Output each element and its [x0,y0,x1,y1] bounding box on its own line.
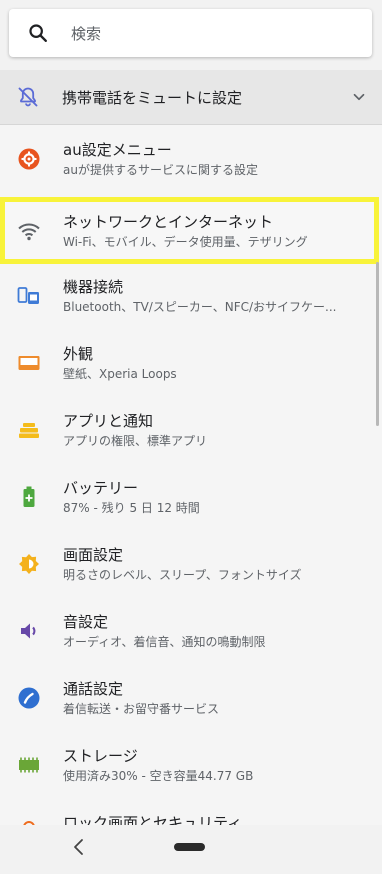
storage-icon [19,757,39,773]
back-icon[interactable] [70,837,88,857]
item-title: 通話設定 [63,680,124,698]
bell-off-icon [18,87,38,107]
navigation-bar [0,825,382,874]
item-title: ロック画面とセキュリティ [63,814,243,825]
item-title: au設定メニュー [63,141,172,159]
apps-icon [19,423,39,438]
wifi-icon [18,223,40,241]
item-title: アプリと通知 [63,412,154,430]
settings-item-au[interactable]: au設定メニュー auが提供するサービスに関する設定 [0,125,382,192]
suggestion-label: 携帯電話をミュートに設定 [62,89,243,107]
scrollbar[interactable] [376,262,379,426]
settings-item-devices[interactable]: 機器接続 Bluetooth、TV/スピーカー、NFC/おサイフケー... [0,262,382,329]
item-subtitle: 明るさのレベル、スリープ、フォントサイズ [63,568,302,582]
item-subtitle: アプリの権限、標準アプリ [63,434,208,448]
volume-icon [21,623,36,639]
search-icon [29,24,47,42]
brightness-icon [19,554,39,574]
item-title: バッテリー [63,479,139,497]
settings-item-call[interactable]: 通話設定 着信転送・お留守番サービス [0,664,382,731]
item-subtitle: 87% - 残り 5 日 12 時間 [63,501,200,515]
item-subtitle: 壁紙、Xperia Loops [63,367,177,381]
search-bar[interactable]: 検索 [9,9,372,57]
item-title: 機器接続 [63,278,124,296]
settings-item-lock[interactable]: ロック画面とセキュリティ [0,798,382,825]
item-subtitle: 使用済み30% - 空き容量44.77 GB [63,769,254,783]
settings-item-display[interactable]: 画面設定 明るさのレベル、スリープ、フォントサイズ [0,530,382,597]
search-area: 検索 [0,0,382,70]
chevron-down-icon[interactable] [350,88,368,106]
settings-item-battery[interactable]: バッテリー 87% - 残り 5 日 12 時間 [0,463,382,530]
item-title: 音設定 [63,613,109,631]
item-title: ストレージ [63,747,138,765]
settings-item-storage[interactable]: ストレージ 使用済み30% - 空き容量44.77 GB [0,731,382,798]
phone-icon [18,687,40,709]
settings-item-apps[interactable]: アプリと通知 アプリの権限、標準アプリ [0,396,382,463]
suggestion-mute-phone[interactable]: 携帯電話をミュートに設定 [0,70,382,125]
item-subtitle: auが提供するサービスに関する設定 [63,163,258,177]
battery-icon [23,486,35,507]
item-subtitle: Bluetooth、TV/スピーカー、NFC/おサイフケー... [63,300,337,314]
item-subtitle: 着信転送・お留守番サービス [63,702,220,716]
settings-item-appearance[interactable]: 外観 壁紙、Xperia Loops [0,329,382,396]
item-title: ネットワークとインターネット [63,213,274,231]
au-gear-icon [18,148,40,170]
settings-list: au設定メニュー auが提供するサービスに関する設定 ネットワークとインターネッ… [0,125,382,825]
appearance-icon [18,356,40,370]
devices-icon [17,287,39,304]
item-subtitle: オーディオ、着信音、通知の鳴動制限 [63,635,266,649]
settings-item-sound[interactable]: 音設定 オーディオ、着信音、通知の鳴動制限 [0,597,382,664]
item-title: 画面設定 [63,546,124,564]
search-placeholder: 検索 [71,25,102,43]
item-subtitle: Wi-Fi、モバイル、データ使用量、テザリング [63,235,308,249]
home-button[interactable] [174,843,205,851]
item-title: 外観 [63,345,94,363]
settings-item-network[interactable]: ネットワークとインターネット Wi-Fi、モバイル、データ使用量、テザリング [0,197,379,264]
